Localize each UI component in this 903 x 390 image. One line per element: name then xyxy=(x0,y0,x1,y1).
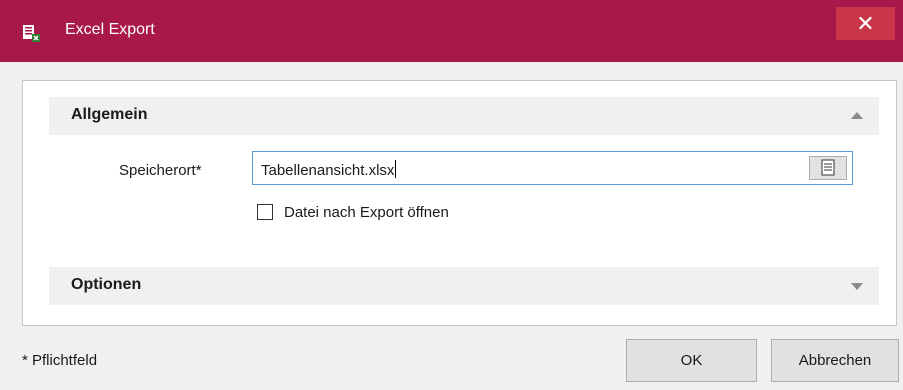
required-field-note: * Pflichtfeld xyxy=(22,352,98,369)
excel-export-icon xyxy=(22,24,40,42)
open-after-export-label: Datei nach Export öffnen xyxy=(284,204,449,221)
section-title-general: Allgemein xyxy=(71,106,148,123)
chevron-down-icon xyxy=(851,283,863,290)
location-value: Tabellenansicht.xlsx xyxy=(261,160,397,179)
location-label: Speicherort* xyxy=(119,162,202,179)
section-title-options: Optionen xyxy=(71,276,142,293)
chevron-up-icon xyxy=(851,112,863,119)
section-header-options[interactable]: Optionen xyxy=(49,267,879,305)
ok-button[interactable]: OK xyxy=(626,339,757,382)
title-bar: Excel Export ✕ xyxy=(0,0,903,62)
location-input[interactable]: Tabellenansicht.xlsx xyxy=(252,151,853,185)
section-header-general[interactable]: Allgemein xyxy=(49,97,879,135)
dialog-content: Allgemein Speicherort* Tabellenansicht.x… xyxy=(22,80,897,326)
open-after-export-checkbox[interactable] xyxy=(257,204,273,220)
window-title: Excel Export xyxy=(65,21,155,38)
close-button[interactable]: ✕ xyxy=(836,7,895,40)
browse-list-icon xyxy=(821,159,835,176)
close-icon: ✕ xyxy=(856,11,875,36)
cancel-button[interactable]: Abbrechen xyxy=(771,339,899,382)
browse-button[interactable] xyxy=(809,156,847,180)
